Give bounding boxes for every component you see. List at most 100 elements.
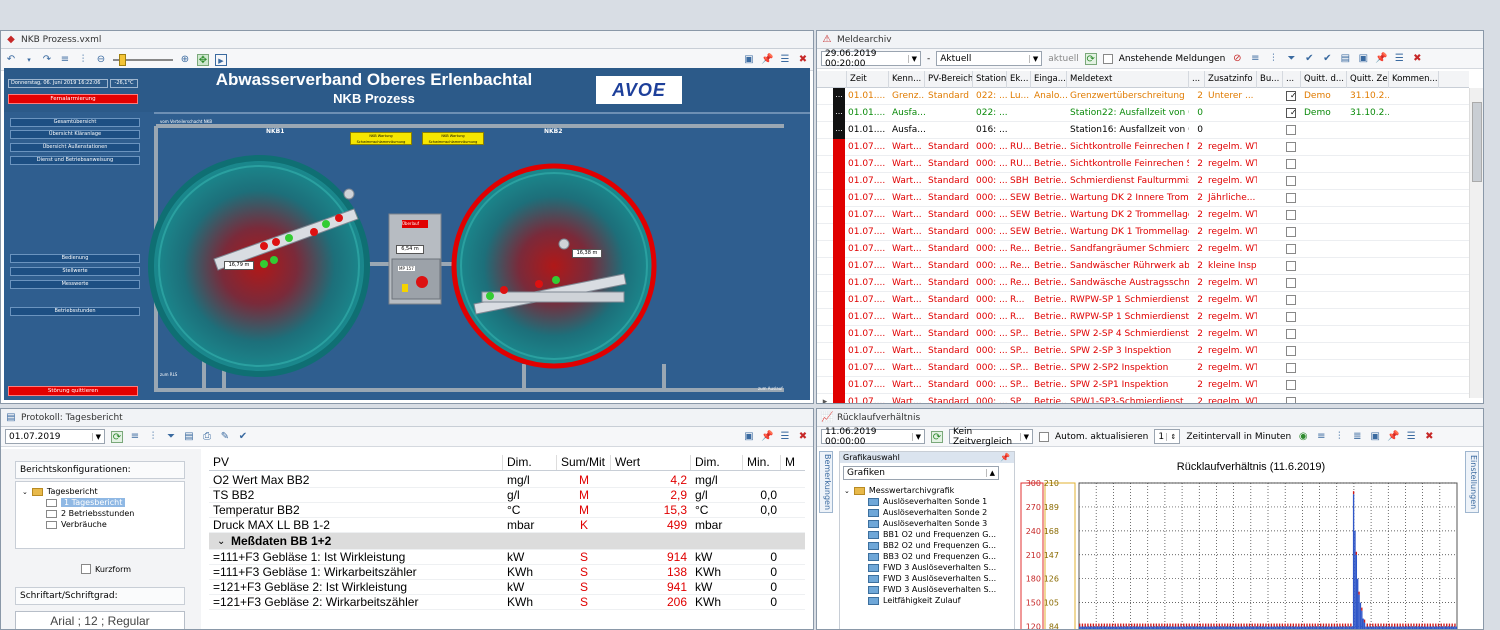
table-row[interactable]: Temperatur BB2 °C M 15,3 °C 0,0 [209, 503, 805, 518]
ack-checkbox[interactable] [1286, 362, 1296, 373]
close-icon[interactable]: ✖ [1423, 431, 1435, 443]
list-icon[interactable]: ☰ [1393, 53, 1405, 65]
nav-gesamt[interactable]: Gesamtübersicht [10, 118, 140, 127]
table-row[interactable]: 01.07.... Wart... Standard 000: ... SP... Bet… [817, 359, 1469, 377]
pcol-pv[interactable]: PV [209, 455, 503, 470]
pin-icon[interactable]: 📌 [761, 431, 773, 443]
align2-icon[interactable]: ⫶ [1267, 53, 1279, 65]
table-row[interactable]: 01.07.... Wart... Standard 000: ... R... Betr… [817, 308, 1469, 326]
auto-refresh-checkbox[interactable] [1039, 431, 1049, 442]
check-all-icon[interactable]: ✔ [1321, 53, 1333, 65]
col-ek[interactable]: Ek... [1007, 70, 1031, 88]
ack-checkbox[interactable] [1286, 175, 1296, 186]
pcol-m[interactable]: M [781, 455, 801, 470]
graph-tree-item[interactable]: FWD 3 Auslöseverhalten S... [844, 562, 1010, 573]
pcol-sum[interactable]: Sum/Mit [557, 455, 611, 470]
ack-checkbox[interactable] [1286, 141, 1296, 152]
col-bu[interactable]: Bu... [1257, 70, 1283, 88]
tree-item-2[interactable]: 2 Betriebsstunden [22, 508, 178, 519]
ack-checkbox[interactable] [1286, 243, 1296, 254]
check-icon[interactable]: ✔ [237, 431, 249, 443]
ack-checkbox[interactable] [1286, 379, 1296, 390]
col-bereich[interactable]: PV-Bereich [925, 70, 973, 88]
align3-icon[interactable]: ≣ [1351, 431, 1363, 443]
table-row[interactable]: 01.07.... Wart... Standard 000: ... RU... Bet… [817, 155, 1469, 173]
zoom-in-icon[interactable]: ⊕ [179, 54, 191, 66]
table-row[interactable]: ... 01.01.... Ausfa... 016: ... Station16: A… [817, 121, 1469, 139]
alarm-button[interactable]: Fernalarmierung [8, 94, 138, 104]
play-icon[interactable]: ▶ [215, 53, 227, 66]
filter-icon[interactable]: ⏷ [165, 431, 177, 443]
ack-checkbox[interactable] [1286, 260, 1296, 271]
check-icon[interactable]: ✔ [1303, 53, 1315, 65]
table-row[interactable]: 01.07.... Wart... Standard 000: ... SBH Betri… [817, 172, 1469, 190]
ack-checkbox[interactable] [1286, 209, 1296, 220]
interval-stepper[interactable]: 1 ⇕ [1154, 429, 1181, 444]
pcol-dim2[interactable]: Dim. [691, 455, 743, 470]
compare-select[interactable]: Kein Zeitvergleich ▼ [949, 427, 1033, 447]
list-icon[interactable]: ☰ [1405, 431, 1417, 443]
filter-icon[interactable]: ⏷ [1285, 53, 1297, 65]
table-row[interactable]: 01.07.... Wart... Standard 000: ... Re... Bet… [817, 274, 1469, 292]
nav-aussenstationen[interactable]: Übersicht Außenstationen [10, 143, 140, 152]
list-icon[interactable]: ☰ [779, 54, 791, 66]
table-row[interactable]: =111+F3 Gebläse 1: Ist Wirkleistung kW S 91… [209, 550, 805, 565]
table-row[interactable]: =121+F3 Gebläse 2: Wirkarbeitszähler KWh S… [209, 595, 805, 610]
globe-icon[interactable]: ◉ [1297, 431, 1309, 443]
col-kenn[interactable]: Kenn... [889, 70, 925, 88]
col-text[interactable]: Meldetext [1067, 70, 1189, 88]
table-row[interactable]: 01.07.... Wart... Standard 000: ... SP... Bet… [817, 376, 1469, 394]
col-eing[interactable]: Einga... [1031, 70, 1067, 88]
archive-scrollbar[interactable] [1469, 88, 1483, 398]
nav-messwerte[interactable]: Messwerte [10, 280, 140, 289]
ack-checkbox[interactable]: ✓ [1286, 90, 1296, 101]
archive-date-input[interactable]: 29.06.2019 00:20:00 ▼ [821, 49, 921, 69]
col-zeit[interactable]: Zeit [847, 70, 889, 88]
pending-checkbox[interactable] [1102, 53, 1113, 64]
table-row[interactable]: ... 01.01.... Grenz... Standard 022: ... Lu..… [817, 87, 1469, 105]
align2-icon[interactable]: ⫶ [77, 54, 89, 66]
col-dots2[interactable]: ... [1283, 70, 1301, 88]
table-row[interactable]: ▸ 01.07.... Wart... Standard 000: ... SP... Be… [817, 393, 1469, 403]
table-row[interactable]: 01.07.... Wart... Standard 000: ... SP... Bet… [817, 342, 1469, 360]
table-row[interactable]: 01.07.... Wart... Standard 000: ... SEW Betri… [817, 189, 1469, 207]
nav-bedienung[interactable]: Bedienung [10, 254, 140, 263]
table-row[interactable]: Druck MAX LL BB 1-2 mbar K 499 mbar [209, 518, 805, 533]
pin-icon[interactable]: 📌 [761, 54, 773, 66]
graph-tree-root[interactable]: ⌄ Messwertarchivgrafik [844, 485, 1010, 496]
nav-stellwerte[interactable]: Stellwerte [10, 267, 140, 276]
undo-icon[interactable]: ↶ [5, 54, 17, 66]
table-row[interactable]: O2 Wert Max BB2 mg/l M 4,2 mg/l [209, 473, 805, 488]
ack-checkbox[interactable] [1286, 277, 1296, 288]
font-button[interactable]: Arial ; 12 ; Regular [15, 611, 185, 629]
col-zusatz[interactable]: Zusatzinfo [1205, 70, 1257, 88]
table-row[interactable]: 01.07.... Wart... Standard 000: ... SEW Betri… [817, 206, 1469, 224]
ack-button[interactable]: Störung quittieren [8, 386, 138, 396]
col-komm[interactable]: Kommen... [1389, 70, 1439, 88]
align-icon[interactable]: ≡ [1249, 53, 1261, 65]
graph-type-select[interactable]: Grafiken ▲ [843, 466, 999, 480]
graph-tree-item[interactable]: Auslöseverhalten Sonde 3 [844, 518, 1010, 529]
pcol-dim[interactable]: Dim. [503, 455, 557, 470]
ack-checkbox[interactable] [1286, 311, 1296, 322]
export-icon[interactable]: ▤ [183, 431, 195, 443]
dropdown-icon[interactable]: ▾ [23, 54, 35, 66]
tree-item-1[interactable]: 1 Tagesbericht [22, 497, 178, 508]
maint-badge-1[interactable]: NKB Wartung Schwimmschlammräumung [350, 132, 412, 145]
kurzform-checkbox[interactable] [81, 564, 91, 574]
col-quitt[interactable]: Quitt. d... [1301, 70, 1347, 88]
ack-checkbox[interactable] [1286, 192, 1296, 203]
graph-tree-item[interactable]: Auslöseverhalten Sonde 1 [844, 496, 1010, 507]
refresh-icon[interactable]: ⟳ [1084, 52, 1097, 65]
align-icon[interactable]: ≡ [1315, 431, 1327, 443]
ack-checkbox[interactable] [1286, 294, 1296, 305]
graph-tree-item[interactable]: BB3 O2 und Frequenzen G... [844, 551, 1010, 562]
graph-tree-item[interactable]: Auslöseverhalten Sonde 2 [844, 507, 1010, 518]
table-row[interactable]: 01.07.... Wart... Standard 000: ... SEW Betri… [817, 223, 1469, 241]
move-icon[interactable]: ✥ [197, 53, 209, 66]
col-station[interactable]: Station [973, 70, 1007, 88]
ack-checkbox[interactable]: ✓ [1286, 107, 1296, 118]
pin-icon[interactable]: 📌 [1375, 53, 1387, 65]
table-row[interactable]: =111+F3 Gebläse 1: Wirkarbeitszähler KWh S… [209, 565, 805, 580]
ack-checkbox[interactable] [1286, 328, 1296, 339]
